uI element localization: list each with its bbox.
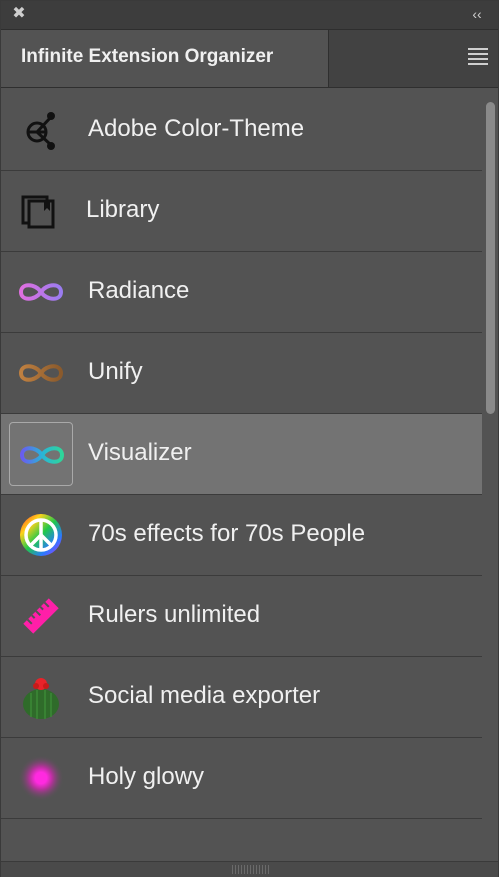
color-theme-icon [9,98,73,162]
vertical-scrollbar[interactable] [484,90,498,861]
list-item-radiance[interactable]: Radiance [1,252,482,333]
collapse-panel-icon[interactable]: ‹‹ [466,5,488,23]
infinity-gradient-icon [9,422,73,486]
list-item-adobe-color-theme[interactable]: Adobe Color-Theme [1,90,482,171]
scrollbar-thumb[interactable] [486,102,495,414]
item-label: Social media exporter [88,682,321,709]
list-item-holy-glowy[interactable]: Holy glowy [1,738,482,819]
extension-list: Adobe Color-Theme Library Radiance Unify… [1,90,482,819]
infinity-purple-icon [9,260,73,324]
peace-sign-icon [9,503,73,567]
list-item-social-media-exporter[interactable]: Social media exporter [1,657,482,738]
list-item-70s-effects[interactable]: 70s effects for 70s People [1,495,482,576]
glow-orb-icon [9,746,73,810]
extension-panel: ✖ ‹‹ Infinite Extension Organizer Adobe [0,0,499,877]
empty-list-row [1,829,482,862]
list-item-visualizer[interactable]: Visualizer [1,414,482,495]
item-label: Holy glowy [88,763,205,790]
close-icon[interactable]: ✖ [10,5,28,23]
item-label: Visualizer [88,439,192,466]
tab-label: Infinite Extension Organizer [21,46,274,67]
item-label: Radiance [88,277,190,304]
item-label: Library [86,196,160,223]
item-label: 70s effects for 70s People [88,520,366,547]
item-label: Unify [88,358,143,385]
library-icon [9,179,73,243]
tab-infinite-extension-organizer[interactable]: Infinite Extension Organizer [1,30,329,87]
panel-menu-icon[interactable] [468,48,488,68]
item-label: Rulers unlimited [88,601,261,628]
ruler-icon [9,584,73,648]
panel-bottom-bar [1,861,498,877]
panel-titlebar: ✖ ‹‹ [1,1,498,30]
panel-tabbar: Infinite Extension Organizer [1,30,498,88]
list-item-library[interactable]: Library [1,171,482,252]
resize-grip-icon[interactable] [232,865,270,874]
item-label: Adobe Color-Theme [88,115,305,142]
list-item-unify[interactable]: Unify [1,333,482,414]
cactus-icon [9,665,73,729]
infinity-bronze-icon [9,341,73,405]
list-item-rulers-unlimited[interactable]: Rulers unlimited [1,576,482,657]
